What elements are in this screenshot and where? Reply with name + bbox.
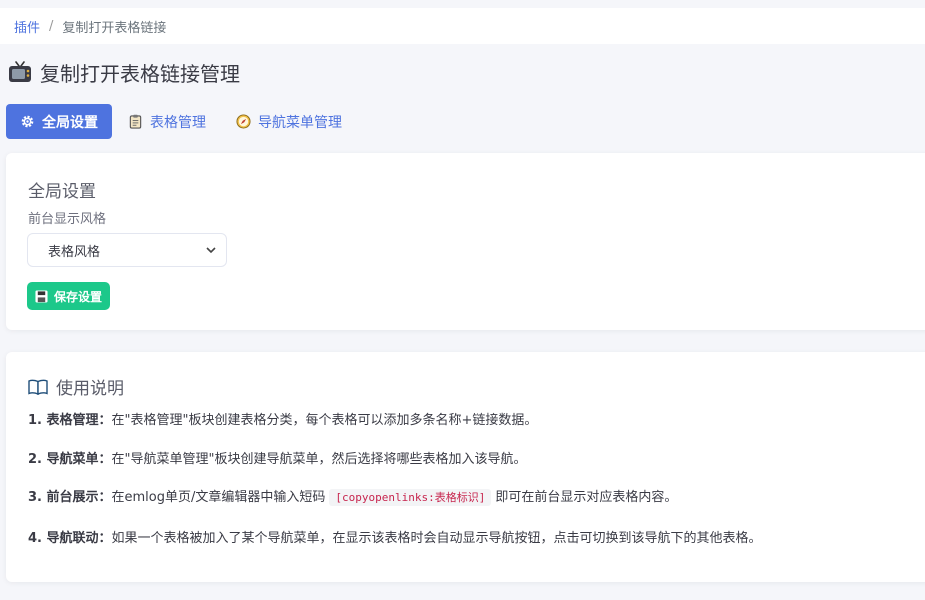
usage-item-text: 即可在前台显示对应表格内容。 — [495, 490, 678, 505]
page-title: 复制打开表格链接管理 — [8, 58, 240, 86]
gear-icon — [21, 115, 34, 128]
floppy-disk-icon — [35, 289, 48, 303]
usage-item: 2. 导航菜单：在"导航菜单管理"板块创建导航菜单，然后选择将哪些表格加入该导航… — [28, 448, 526, 467]
tab-global-settings[interactable]: 全局设置 — [6, 104, 112, 139]
tab-label: 导航菜单管理 — [258, 114, 342, 131]
usage-item-heading: 4. 导航联动： — [28, 531, 112, 546]
usage-item-heading: 2. 导航菜单： — [28, 452, 112, 467]
book-icon — [28, 379, 48, 395]
breadcrumb-plugins-link[interactable]: 插件 — [14, 17, 40, 36]
usage-item-text: 如果一个表格被加入了某个导航菜单，在显示该表格时会自动显示导航按钮，点击可切换到… — [111, 531, 762, 546]
usage-item: 1. 表格管理：在"表格管理"板块创建表格分类，每个表格可以添加多条名称+链接数… — [28, 409, 537, 428]
save-settings-button[interactable]: 保存设置 — [27, 282, 111, 310]
usage-item: 4. 导航联动：如果一个表格被加入了某个导航菜单，在显示该表格时会自动显示导航按… — [28, 527, 762, 546]
chevron-down-icon — [206, 246, 216, 253]
usage-item-heading: 3. 前台展示： — [28, 490, 112, 505]
style-select[interactable]: 表格风格 — [27, 233, 227, 267]
tab-label: 全局设置 — [42, 114, 98, 131]
tab-bar: 全局设置 表格管理 导航菜单管理 — [6, 104, 358, 139]
clipboard-icon — [129, 114, 142, 129]
usage-item-text: 在"表格管理"板块创建表格分类，每个表格可以添加多条名称+链接数据。 — [111, 413, 538, 428]
usage-item-text: 在"导航菜单管理"板块创建导航菜单，然后选择将哪些表格加入该导航。 — [111, 452, 527, 467]
global-settings-card: 全局设置 前台显示风格 表格风格 保存设置 — [6, 153, 925, 330]
usage-title-text: 使用说明 — [56, 379, 124, 399]
style-label: 前台显示风格 — [28, 212, 107, 227]
settings-title: 全局设置 — [28, 182, 96, 202]
usage-title: 使用说明 — [28, 374, 124, 399]
usage-item-text: 在emlog单页/文章编辑器中输入短码 — [111, 490, 326, 505]
breadcrumb-current: 复制打开表格链接 — [62, 20, 167, 36]
compass-icon — [236, 114, 251, 129]
shortcode-snippet: [copyopenlinks:表格标识] — [329, 489, 492, 506]
usage-item: 3. 前台展示：在emlog单页/文章编辑器中输入短码 [copyopenlink… — [28, 486, 678, 506]
page-title-text: 复制打开表格链接管理 — [40, 61, 240, 86]
tab-table-management[interactable]: 表格管理 — [114, 104, 220, 139]
breadcrumb-separator: / — [49, 18, 54, 34]
save-button-label: 保存设置 — [54, 289, 103, 304]
usage-item-heading: 1. 表格管理： — [28, 413, 112, 428]
usage-instructions-card: 使用说明 1. 表格管理：在"表格管理"板块创建表格分类，每个表格可以添加多条名… — [6, 352, 925, 582]
breadcrumb: 插件 / 复制打开表格链接 — [0, 8, 925, 44]
tv-icon — [9, 61, 31, 82]
tab-nav-menu-management[interactable]: 导航菜单管理 — [222, 104, 356, 139]
style-select-value: 表格风格 — [48, 244, 101, 260]
tab-label: 表格管理 — [150, 114, 206, 131]
